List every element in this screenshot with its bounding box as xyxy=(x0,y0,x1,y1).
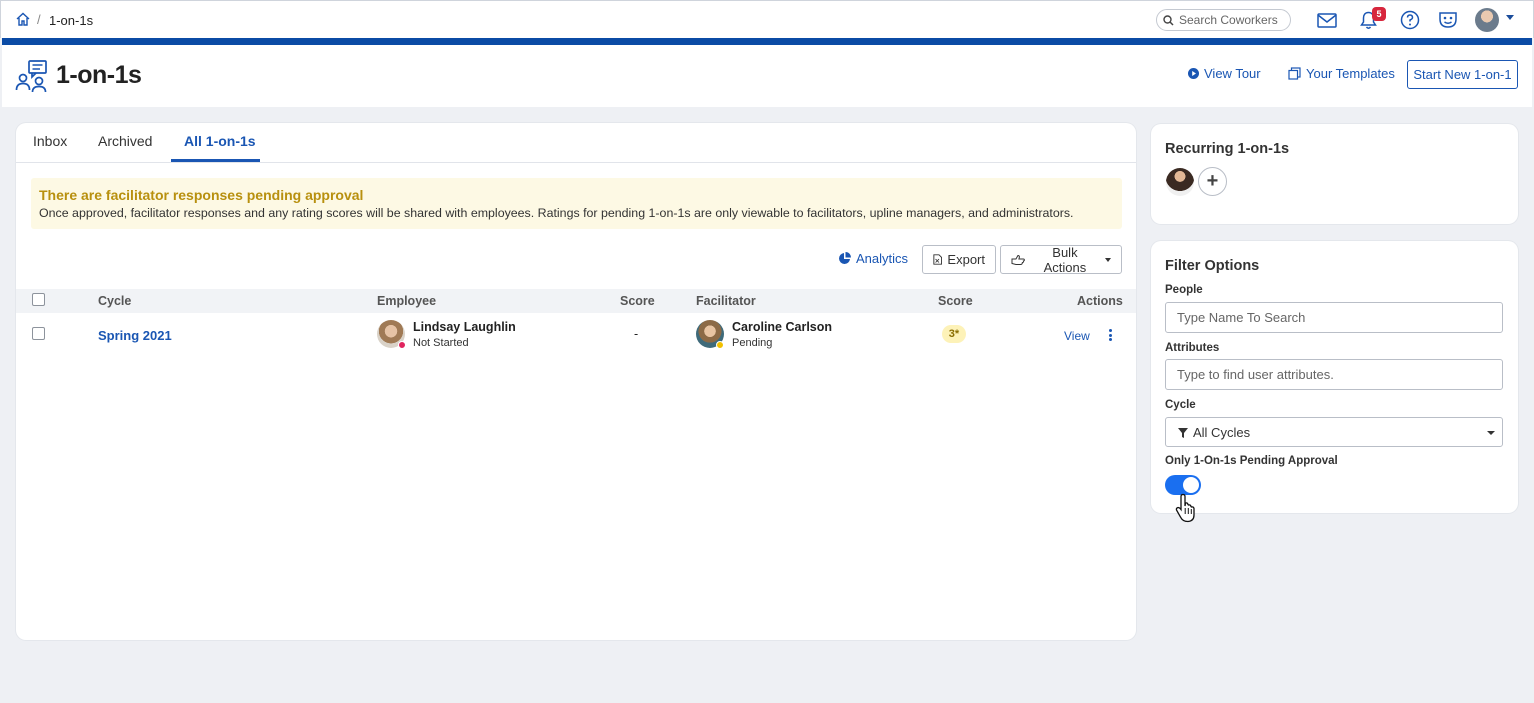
add-recurring-button[interactable]: + xyxy=(1198,167,1227,196)
column-header-facilitator-score: Score xyxy=(938,294,973,308)
column-header-employee: Employee xyxy=(377,294,437,308)
alert-title: There are facilitator responses pending … xyxy=(39,187,364,203)
recurring-title: Recurring 1-on-1s xyxy=(1165,141,1290,157)
attributes-input[interactable] xyxy=(1165,359,1503,390)
people-search-input[interactable] xyxy=(1165,302,1503,333)
alert-body: Once approved, facilitator responses and… xyxy=(39,206,1074,220)
hand-point-icon xyxy=(1011,254,1025,265)
your-templates-label: Your Templates xyxy=(1306,66,1395,81)
one-on-one-people-icon xyxy=(15,59,51,96)
play-circle-icon xyxy=(1188,68,1199,79)
tab-archived[interactable]: Archived xyxy=(98,133,152,149)
export-button[interactable]: Export xyxy=(922,245,996,274)
filter-options-title: Filter Options xyxy=(1165,258,1260,274)
recurring-one-on-ones-card: Recurring 1-on-1s + xyxy=(1151,124,1518,224)
column-header-facilitator: Facilitator xyxy=(696,294,756,308)
tab-bar: Inbox Archived All 1-on-1s xyxy=(16,123,1136,163)
search-coworkers[interactable] xyxy=(1156,9,1291,31)
brand-stripe xyxy=(2,38,1532,45)
search-input[interactable] xyxy=(1179,12,1287,28)
column-header-employee-score: Score xyxy=(620,294,655,308)
filter-funnel-icon xyxy=(1178,428,1188,438)
your-templates-link[interactable]: Your Templates xyxy=(1288,66,1395,81)
row-checkbox[interactable] xyxy=(32,327,45,340)
not-started-status-dot xyxy=(398,341,406,349)
view-tour-link[interactable]: View Tour xyxy=(1188,66,1261,81)
facilitator-status: Pending xyxy=(732,337,773,349)
recognition-mask-icon[interactable] xyxy=(1437,9,1459,31)
export-file-icon xyxy=(933,254,943,265)
view-tour-label: View Tour xyxy=(1204,66,1261,81)
hand-pointer-cursor-icon xyxy=(1174,492,1202,527)
select-all-checkbox[interactable] xyxy=(32,293,45,306)
recurring-participant-avatar[interactable] xyxy=(1166,168,1194,196)
search-icon xyxy=(1163,15,1174,26)
view-link[interactable]: View xyxy=(1064,329,1090,343)
breadcrumb-current: 1-on-1s xyxy=(49,13,94,28)
more-actions-icon[interactable] xyxy=(1106,327,1114,343)
attributes-label: Attributes xyxy=(1165,342,1220,354)
pending-approval-alert: There are facilitator responses pending … xyxy=(31,178,1122,229)
templates-icon xyxy=(1288,67,1301,80)
analytics-link[interactable]: Analytics xyxy=(838,251,908,266)
bulk-actions-label: Bulk Actions xyxy=(1043,244,1087,275)
chevron-down-icon xyxy=(1105,257,1111,262)
employee-score: - xyxy=(634,327,639,341)
tab-inbox[interactable]: Inbox xyxy=(33,133,67,149)
cycle-select-value: All Cycles xyxy=(1193,425,1251,440)
user-avatar[interactable] xyxy=(1475,8,1499,32)
cycle-label: Cycle xyxy=(1165,399,1196,411)
facilitator-name: Caroline Carlson xyxy=(732,320,833,334)
employee-name: Lindsay Laughlin xyxy=(413,320,516,334)
one-on-ones-panel: Inbox Archived All 1-on-1s There are fac… xyxy=(16,123,1136,640)
table-header: Cycle Employee Score Facilitator Score A… xyxy=(16,289,1136,313)
column-header-actions: Actions xyxy=(1077,294,1123,308)
page-header: 1-on-1s View Tour Your Templates Start N… xyxy=(2,45,1532,107)
home-icon[interactable] xyxy=(15,11,31,27)
page-title: 1-on-1s xyxy=(56,61,142,89)
start-new-one-on-one-button[interactable]: Start New 1-on-1 xyxy=(1407,60,1518,89)
analytics-label: Analytics xyxy=(856,251,909,266)
tab-all-one-on-ones[interactable]: All 1-on-1s xyxy=(184,133,256,149)
facilitator-score-badge: 3* xyxy=(942,325,966,343)
notifications-count-badge: 5 xyxy=(1372,7,1386,21)
people-label: People xyxy=(1165,284,1203,296)
cycle-select[interactable]: All Cycles xyxy=(1165,417,1503,447)
help-icon[interactable] xyxy=(1399,9,1421,31)
bulk-actions-button[interactable]: Bulk Actions xyxy=(1000,244,1122,275)
export-label: Export xyxy=(947,252,985,267)
column-header-cycle: Cycle xyxy=(98,294,132,308)
mail-icon[interactable] xyxy=(1316,9,1338,31)
cycle-link[interactable]: Spring 2021 xyxy=(98,328,172,343)
pending-approval-label: Only 1-On-1s Pending Approval xyxy=(1165,455,1338,467)
pie-chart-icon xyxy=(839,252,851,264)
active-tab-indicator xyxy=(171,159,260,162)
chevron-down-icon xyxy=(1487,431,1495,435)
table-row: Spring 2021 Lindsay Laughlin Not Started… xyxy=(16,314,1136,354)
top-navigation-bar: / 1-on-1s 5 xyxy=(0,0,1534,38)
pending-status-dot xyxy=(716,341,724,349)
breadcrumb-separator: / xyxy=(37,12,41,27)
filter-options-card: Filter Options People Attributes Cycle A… xyxy=(1151,241,1518,513)
employee-status: Not Started xyxy=(413,337,469,349)
user-menu-caret-icon[interactable] xyxy=(1506,15,1514,20)
